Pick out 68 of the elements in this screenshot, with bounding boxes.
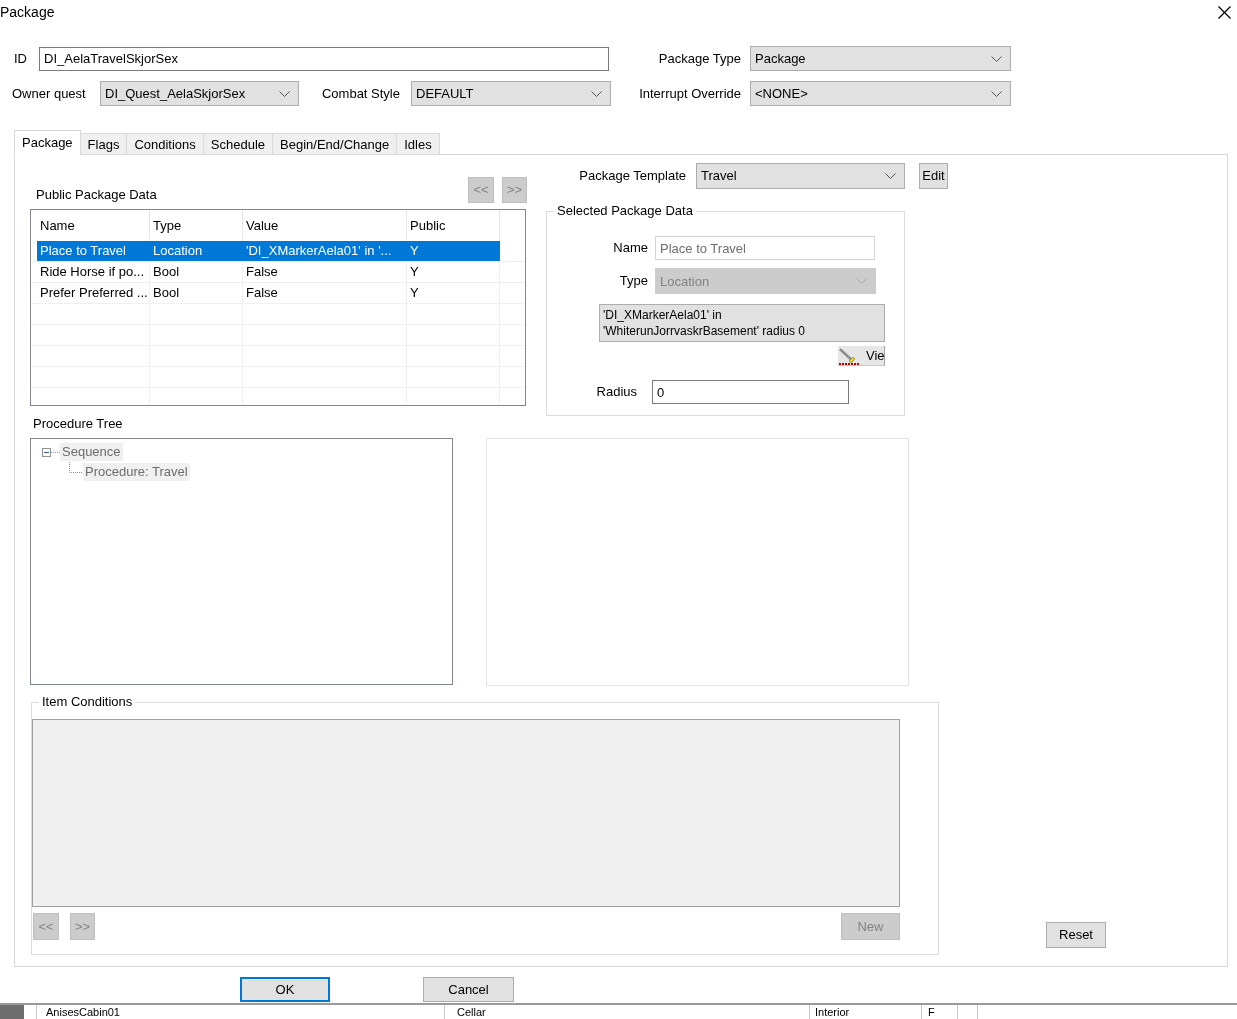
chevron-down-icon: [991, 55, 1002, 62]
field-label: Radius: [596, 384, 637, 400]
field-label: ID: [14, 50, 27, 67]
table-cell: Place to Travel: [37, 241, 150, 261]
tab[interactable]: Package: [14, 130, 81, 155]
table-cell: Bool: [150, 283, 243, 303]
list-cell: F: [922, 1005, 958, 1019]
field-label: Interrupt Override: [639, 85, 741, 102]
field-label: Owner quest: [12, 85, 86, 102]
view-button[interactable]: Vie: [838, 346, 885, 366]
field-label: Package Template: [579, 167, 686, 184]
table-cell: Location: [150, 241, 243, 261]
chevron-down-icon: [856, 278, 867, 284]
tab[interactable]: Begin/End/Change: [272, 133, 398, 155]
pen-icon: [838, 346, 860, 365]
table-row[interactable]: Ride Horse if po... Bool False Y: [37, 262, 500, 282]
list-cell: Interior: [810, 1005, 922, 1019]
dropdown[interactable]: <NONE>: [750, 81, 1011, 106]
row-header-block: [0, 1005, 24, 1019]
group-title: Selected Package Data: [556, 203, 694, 219]
tab[interactable]: Schedule: [202, 133, 274, 155]
table-cell: 'DI_XMarkerAela01' in '...: [243, 241, 407, 261]
chevron-down-icon: [279, 90, 290, 97]
window-title: Package: [0, 4, 55, 21]
group-title: Item Conditions: [41, 694, 134, 710]
chevron-down-icon: [591, 90, 602, 97]
section-title: Public Package Data: [36, 187, 157, 203]
tree-item[interactable]: Procedure: Travel: [83, 463, 190, 481]
dialog-button[interactable]: Cancel: [423, 977, 514, 1002]
section-title: Procedure Tree: [33, 416, 123, 432]
table-row[interactable]: Prefer Preferred ... Bool False Y: [37, 283, 500, 303]
column-header[interactable]: Value: [243, 210, 407, 241]
field-label: Type: [619, 273, 648, 289]
dropdown[interactable]: Package: [750, 46, 1011, 71]
tab[interactable]: Idles: [396, 133, 440, 155]
column-header[interactable]: Type: [150, 210, 243, 241]
table-cell: Y: [407, 283, 500, 303]
table-cell: Y: [407, 262, 500, 282]
table-cell: False: [243, 262, 407, 282]
chevron-down-icon: [991, 90, 1002, 97]
table-cell: Y: [407, 241, 500, 261]
dropdown[interactable]: DEFAULT: [411, 81, 611, 106]
list-cell: AnisesCabin01: [37, 1005, 445, 1019]
close-icon[interactable]: [1218, 6, 1231, 19]
dropdown[interactable]: DI_Quest_AelaSkjorSex: [100, 81, 299, 106]
field-label: Package Type: [658, 50, 741, 67]
list-cell: Cellar: [445, 1005, 810, 1019]
collapse-icon[interactable]: [42, 447, 60, 457]
field-label: Combat Style: [321, 85, 400, 102]
table-cell: Prefer Preferred ...: [37, 283, 150, 303]
value-display: 'DI_XMarkerAela01' in 'WhiterunJorrvaskrBasement' radius 0: [599, 304, 885, 342]
tree-item[interactable]: Sequence: [60, 443, 123, 461]
table-row[interactable]: Place to Travel Location 'DI_XMarkerAela01' in '... Y: [37, 241, 500, 261]
table-cell: Ride Horse if po...: [37, 262, 150, 282]
reset-button[interactable]: Reset: [1046, 922, 1106, 948]
field-label: Name: [613, 240, 648, 256]
edit-button[interactable]: Edit: [919, 162, 948, 189]
tree-view[interactable]: Sequence Procedure: Travel: [30, 438, 453, 685]
tab[interactable]: Conditions: [126, 133, 204, 155]
text-field[interactable]: 0: [652, 380, 849, 404]
tab[interactable]: Flags: [79, 133, 128, 155]
table-cell: False: [243, 283, 407, 303]
text-field[interactable]: DI_AelaTravelSkjorSex: [39, 46, 609, 71]
dropdown[interactable]: Travel: [696, 162, 905, 189]
dialog-button[interactable]: OK: [240, 977, 330, 1002]
tree-branch-line: [69, 462, 83, 473]
chevron-down-icon: [885, 172, 896, 179]
table-cell: Bool: [150, 262, 243, 282]
